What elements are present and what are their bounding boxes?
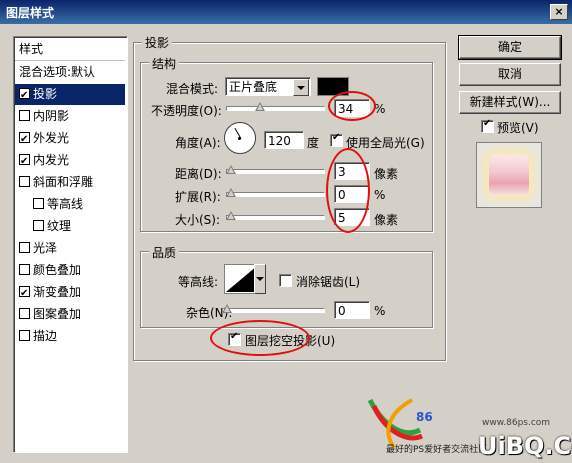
contour-dropdown-button[interactable] [254,264,266,294]
blend-mode-value: 正片叠底 [229,80,278,94]
distance-unit: 像素 [374,167,399,181]
style-item-label: 等高线 [47,197,84,211]
contour-label: 等高线: [178,275,219,289]
style-item-label: 斜面和浮雕 [33,175,94,189]
style-item-label: 外发光 [33,131,70,145]
spread-label: 扩展(R): [175,190,221,204]
spread-slider-thumb[interactable] [226,188,236,197]
style-item-outer-glow[interactable]: 外发光 [15,128,125,150]
noise-slider-thumb[interactable] [222,304,232,313]
inner-shadow-checkbox[interactable] [19,110,30,121]
global-light-checkbox[interactable] [330,132,343,147]
watermark-site: www.86ps.com [482,418,551,428]
close-button[interactable]: × [550,4,568,20]
style-item-label: 光泽 [33,241,58,255]
antialias-checkbox[interactable] [279,274,292,287]
annotation-oval-distance-size [326,148,370,233]
size-label: 大小(S): [175,213,221,227]
opacity-slider-thumb[interactable] [255,102,265,111]
style-item-contour[interactable]: 等高线 [15,194,125,215]
style-item-color-overlay[interactable]: 颜色叠加 [15,260,125,281]
color-overlay-checkbox[interactable] [19,264,30,275]
drop-shadow-checkbox[interactable] [19,85,30,106]
title-bar: 图层样式 × [0,0,572,24]
distance-label: 距离(D): [175,167,222,181]
styles-list: 样式 混合选项:默认 投影 内阴影 外发光 内发光 斜面和浮雕 等高线 纹理 光… [13,36,128,453]
style-item-label: 纹理 [47,219,72,233]
style-item-gradient-overlay[interactable]: 渐变叠加 [15,282,125,304]
contour-checkbox[interactable] [33,198,44,209]
bevel-emboss-checkbox[interactable] [19,176,30,187]
angle-unit: 度 [307,136,320,150]
texture-checkbox[interactable] [33,220,44,231]
noise-unit: % [374,304,386,318]
size-slider[interactable] [226,209,325,225]
antialias-label: 消除锯齿(L) [296,275,361,289]
spread-slider[interactable] [226,186,325,202]
style-item-stroke[interactable]: 描边 [15,326,125,347]
opacity-slider[interactable] [226,100,325,116]
quality-title: 品质 [149,244,180,261]
blend-mode-label: 混合模式: [166,82,219,96]
opacity-label: 不透明度(O): [151,104,222,118]
layer-style-dialog: 图层样式 × 样式 混合选项:默认 投影 内阴影 外发光 内发光 斜面和浮雕 等… [0,0,572,463]
angle-dial[interactable] [224,122,256,154]
outer-glow-checkbox[interactable] [19,129,30,150]
distance-slider[interactable] [226,163,325,179]
new-style-button[interactable]: 新建样式(W)... [459,91,561,114]
watermark-tagline: 最好的PS爱好者交流社区 [386,445,488,455]
ok-button[interactable]: 确定 [458,35,562,60]
structure-title: 结构 [149,55,180,72]
angle-label: 角度(A): [175,136,221,150]
preview-checkbox[interactable] [481,118,494,133]
watermark-logo-text: 86 [416,410,433,424]
style-item-label: 描边 [33,329,58,343]
style-item-drop-shadow[interactable]: 投影 [15,84,125,106]
global-light-label: 使用全局光(G) [346,136,425,150]
drop-shadow-title: 投影 [142,34,173,51]
style-item-label: 内阴影 [33,109,70,123]
annotation-oval-knockout [210,320,310,356]
inner-glow-checkbox[interactable] [19,151,30,172]
style-preview-thumbnail [476,142,542,208]
style-item-label: 颜色叠加 [33,263,82,277]
style-item-inner-glow[interactable]: 内发光 [15,150,125,172]
preview-label: 预览(V) [497,121,539,135]
style-item-pattern-overlay[interactable]: 图案叠加 [15,304,125,325]
noise-slider[interactable] [222,302,325,318]
spread-unit: % [374,188,386,202]
window-title: 图层样式 [6,6,55,20]
chevron-down-icon [293,79,309,96]
annotation-oval-opacity [328,91,376,121]
noise-input[interactable]: 0 [334,301,370,319]
satin-checkbox[interactable] [19,242,30,253]
style-item-label: 图案叠加 [33,307,82,321]
style-item-label: 内发光 [33,153,70,167]
styles-header[interactable]: 样式 [15,39,125,61]
cancel-button[interactable]: 取消 [459,63,561,86]
size-slider-thumb[interactable] [226,211,236,220]
blend-options-item[interactable]: 混合选项:默认 [15,62,125,83]
style-item-bevel-emboss[interactable]: 斜面和浮雕 [15,172,125,193]
watermark: 86 www.86ps.com 最好的PS爱好者交流社区 UiBQ.CoM [360,370,572,463]
pattern-overlay-checkbox[interactable] [19,308,30,319]
style-item-satin[interactable]: 光泽 [15,238,125,259]
style-item-label: 投影 [33,87,58,101]
size-unit: 像素 [374,213,399,227]
style-item-inner-shadow[interactable]: 内阴影 [15,106,125,127]
blend-mode-select[interactable]: 正片叠底 [225,77,311,96]
stroke-checkbox[interactable] [19,330,30,341]
watermark-brand: UiBQ.CoM [478,432,572,460]
distance-slider-thumb[interactable] [226,165,236,174]
angle-input[interactable]: 120 [264,131,304,149]
style-item-texture[interactable]: 纹理 [15,216,125,237]
gradient-overlay-checkbox[interactable] [19,283,30,304]
style-item-label: 渐变叠加 [33,285,82,299]
